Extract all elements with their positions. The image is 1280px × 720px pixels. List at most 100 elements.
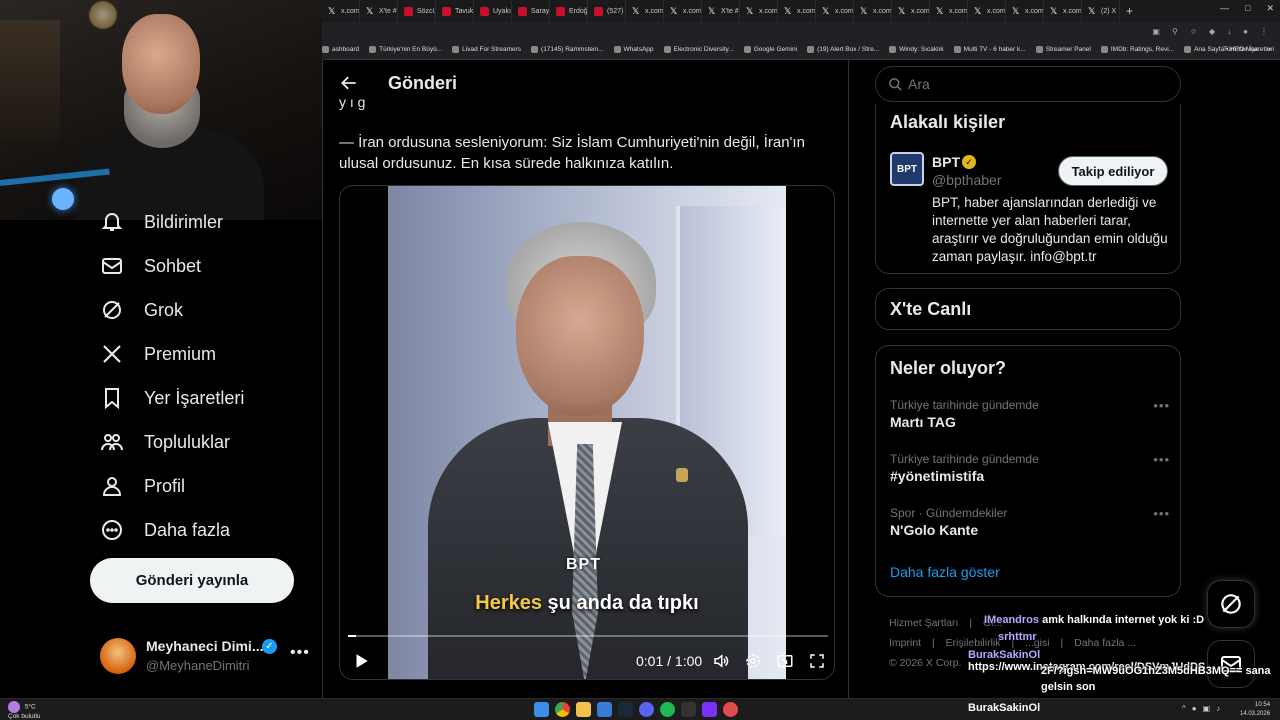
more-options-icon[interactable]: ••• — [1153, 506, 1170, 521]
video-player[interactable]: BPT Herkes şu anda da tıpkı 0:01 / 1:00 — [339, 185, 835, 680]
system-clock[interactable]: 10:54 14.03.2026 — [1240, 701, 1270, 719]
browser-tab[interactable]: 𝕏 X'te # — [360, 0, 398, 22]
trend-item[interactable]: Spor · Gündemdekiler N'Golo Kante ••• — [890, 506, 1170, 550]
bookmark-label: (19) Alert Box / Stre... — [817, 46, 880, 53]
browser-tab[interactable]: 𝕏x.com — [1006, 0, 1044, 22]
browser-tab[interactable]: 𝕏x.com — [740, 0, 778, 22]
bookmark-item[interactable]: Google Gemini — [743, 46, 797, 53]
video-watermark: BPT — [566, 556, 601, 573]
bookmark-item[interactable]: ashboard — [322, 46, 359, 53]
downloads-icon[interactable]: ↓ — [1227, 27, 1231, 36]
sidebar-item-more[interactable]: Daha fazla — [100, 518, 230, 542]
all-bookmarks[interactable]: Tüm Yer İşaretleri — [1223, 46, 1274, 53]
browser-tab[interactable]: Uyakı — [474, 0, 512, 22]
spotify-icon[interactable] — [660, 702, 675, 717]
browser-tab[interactable]: Saray — [512, 0, 550, 22]
obs-icon[interactable] — [702, 702, 717, 717]
bookmark-item[interactable]: Electronic Diversity... — [663, 46, 734, 53]
bookmark-item[interactable]: Windy: Sıcaklık — [889, 46, 944, 53]
bookmark-label: (17145) Rammstein... — [541, 46, 604, 53]
menu-icon[interactable]: ⋮ — [1260, 27, 1268, 36]
start-icon[interactable] — [534, 702, 549, 717]
cast-icon[interactable]: ▣ — [1152, 27, 1160, 36]
browser-tab[interactable]: 𝕏x.com — [626, 0, 664, 22]
avatar[interactable]: BPT — [890, 152, 924, 186]
more-options-icon[interactable]: ••• — [1153, 452, 1170, 467]
browser-tab[interactable]: Erdoğ — [550, 0, 588, 22]
browser-tab[interactable]: 𝕏x.com — [968, 0, 1006, 22]
app-icon[interactable] — [597, 702, 612, 717]
fullscreen-icon[interactable] — [808, 652, 826, 670]
steam-icon[interactable] — [618, 702, 633, 717]
folder-icon[interactable] — [576, 702, 591, 717]
volume-icon[interactable]: ♪ — [1216, 704, 1220, 713]
bookmark-item[interactable]: (17145) Rammstein... — [531, 46, 604, 53]
browser-tab[interactable]: 𝕏 X'te # — [702, 0, 740, 22]
show-more-link[interactable]: Daha fazla göster — [890, 564, 1000, 580]
browser-tab[interactable]: 𝕏x.com — [1044, 0, 1082, 22]
app-icon[interactable] — [723, 702, 738, 717]
microphone-icon[interactable]: ● — [1192, 704, 1197, 713]
relevant-people-panel: Alakalı kişiler BPT BPT ✓ @bpthaber Taki… — [875, 104, 1181, 274]
bookmark-item[interactable]: IMDb: Ratings, Revi... — [1100, 46, 1174, 53]
star-icon[interactable]: ☆ — [1190, 27, 1197, 36]
browser-tab[interactable]: 𝕏x.com — [664, 0, 702, 22]
search-box[interactable] — [875, 66, 1181, 102]
sidebar-item-premium[interactable]: Premium — [100, 342, 216, 366]
browser-tab[interactable]: 𝕏 (2) X — [1082, 0, 1120, 22]
trend-item[interactable]: Türkiye tarihinde gündemde #yönetimistif… — [890, 452, 1170, 496]
sidebar-item-profile[interactable]: Profil — [100, 474, 185, 498]
footer-link-terms[interactable]: Hizmet Şartları — [889, 617, 958, 629]
weather-widget[interactable]: 5°C Çok bulutlu — [8, 701, 41, 720]
browser-toolbar: ▣ ⚲ ☆ ◆ ↓ ● ⋮ — [322, 22, 1280, 40]
close-icon[interactable]: ✕ — [1266, 3, 1274, 14]
browser-tab[interactable]: 𝕏x.com — [816, 0, 854, 22]
bookmark-item[interactable]: Multi TV - 6 haber k... — [953, 46, 1026, 53]
footer-link-imprint[interactable]: Imprint — [889, 637, 921, 649]
profile-icon[interactable]: ● — [1243, 27, 1248, 36]
maximize-icon[interactable]: □ — [1245, 3, 1250, 14]
browser-tab[interactable]: 𝕏x.com — [854, 0, 892, 22]
settings-gear-icon[interactable] — [744, 652, 762, 670]
discord-icon[interactable] — [639, 702, 654, 717]
browser-tab[interactable]: (527) — [588, 0, 626, 22]
bookmark-item[interactable]: (19) Alert Box / Stre... — [807, 46, 879, 53]
browser-tab[interactable]: 𝕏x.com — [322, 0, 360, 22]
network-icon[interactable]: ▣ — [1203, 704, 1211, 713]
bookmark-item[interactable]: Türkiye'nin En Büyü... — [369, 46, 442, 53]
browser-tab[interactable]: 𝕏x.com — [778, 0, 816, 22]
browser-tab[interactable]: Sözcü — [398, 0, 436, 22]
back-arrow-icon[interactable] — [339, 73, 359, 93]
epic-games-icon[interactable] — [681, 702, 696, 717]
sidebar-item-chat[interactable]: Sohbet — [100, 254, 201, 278]
volume-icon[interactable] — [712, 652, 730, 670]
more-options-icon[interactable]: ••• — [1153, 398, 1170, 413]
following-button[interactable]: Takip ediliyor — [1058, 156, 1168, 186]
video-progress-bar[interactable] — [348, 635, 828, 637]
live-on-x-panel[interactable]: X'te Canlı — [875, 288, 1181, 330]
extensions-icon[interactable]: ◆ — [1209, 27, 1215, 36]
sidebar-item-notifications[interactable]: Bildirimler — [100, 210, 223, 234]
picture-in-picture-icon[interactable] — [776, 652, 794, 670]
bookmark-item[interactable]: Livad For Streamers — [452, 46, 521, 53]
trend-item[interactable]: Türkiye tarihinde gündemde Martı TAG ••• — [890, 398, 1170, 442]
new-tab-button[interactable]: + — [1120, 4, 1139, 18]
search-input[interactable] — [908, 67, 1168, 101]
zoom-icon[interactable]: ⚲ — [1172, 27, 1178, 36]
account-name[interactable]: BPT — [932, 154, 960, 170]
browser-tab[interactable]: 𝕏x.com — [930, 0, 968, 22]
minimize-icon[interactable]: — — [1220, 3, 1229, 14]
chevron-up-icon[interactable]: ^ — [1182, 704, 1186, 713]
browser-tab[interactable]: Tavuk — [436, 0, 474, 22]
sidebar-item-communities[interactable]: Topluluklar — [100, 430, 230, 454]
more-options-icon[interactable]: ••• — [290, 644, 310, 662]
account-switcher[interactable]: Meyhaneci Dimi... ✓ @MeyhaneDimitri ••• — [100, 632, 310, 682]
browser-tab[interactable]: 𝕏x.com — [892, 0, 930, 22]
sidebar-item-grok[interactable]: Grok — [100, 298, 183, 322]
bookmark-item[interactable]: Streamer Panel — [1035, 46, 1091, 53]
bookmark-item[interactable]: WhatsApp — [613, 46, 654, 53]
sidebar-item-bookmarks[interactable]: Yer İşaretleri — [100, 386, 244, 410]
chrome-icon[interactable] — [555, 702, 570, 717]
play-icon[interactable] — [352, 652, 370, 670]
post-button[interactable]: Gönderi yayınla — [90, 558, 294, 603]
